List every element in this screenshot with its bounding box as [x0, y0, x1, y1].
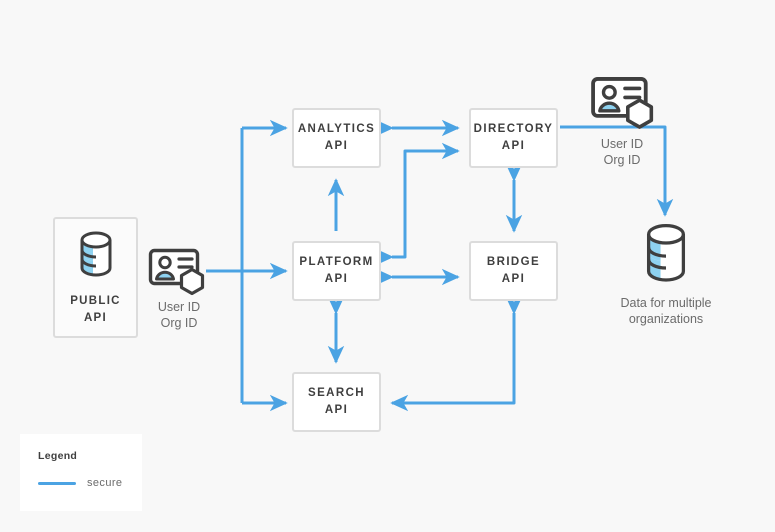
legend-label-secure: secure [87, 477, 123, 489]
database-icon [73, 228, 119, 285]
edge-platform-directory [375, 142, 460, 266]
node-label-analytics-api: ANALYTICS API [297, 122, 376, 152]
database-icon-storage [641, 222, 691, 293]
node-directory-api[interactable]: DIRECTORY API [469, 108, 558, 168]
legend-swatch-secure [38, 481, 76, 485]
node-label-platform-api: PLATFORM API [299, 255, 374, 285]
node-label-public-api: PUBLIC API [70, 294, 121, 324]
legend-title: Legend [38, 450, 78, 462]
edge-bridge-search [390, 296, 523, 412]
node-label-bridge-api: BRIDGE API [486, 255, 541, 285]
id-card-icon [148, 247, 210, 302]
node-analytics-api[interactable]: ANALYTICS API [292, 108, 381, 168]
node-search-api[interactable]: SEARCH API [292, 372, 381, 432]
node-label-search-api: SEARCH API [308, 386, 365, 416]
legend-item-secure: secure [38, 477, 142, 489]
node-bridge-api[interactable]: BRIDGE API [469, 241, 558, 301]
caption-left-identity: User ID Org ID [157, 300, 201, 330]
node-label-directory-api: DIRECTORY API [473, 122, 554, 152]
diagram-canvas: PUBLIC API User ID Org ID ANALYTICS API … [0, 0, 775, 532]
caption-right-identity: User ID Org ID [600, 137, 644, 167]
node-public-api[interactable]: PUBLIC API [53, 217, 138, 338]
legend: Legend secure [20, 434, 142, 511]
node-platform-api[interactable]: PLATFORM API [292, 241, 381, 301]
caption-storage: Data for multiple organizations [620, 296, 712, 326]
id-card-icon-right [590, 75, 660, 136]
